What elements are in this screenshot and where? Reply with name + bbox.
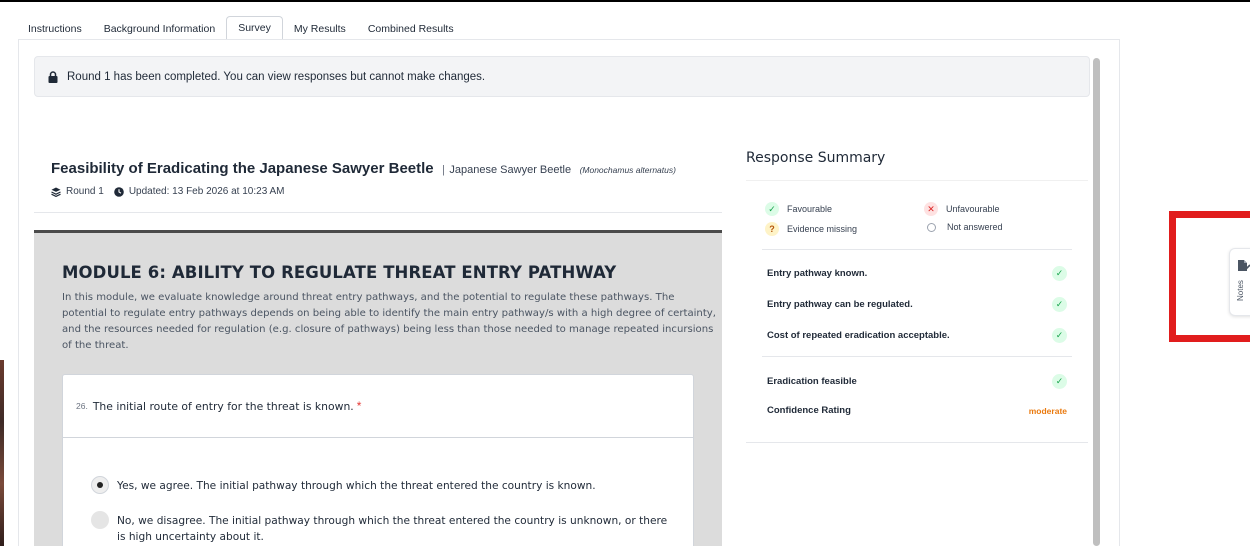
confidence-rating-row: Confidence Rating moderate [767, 405, 1067, 416]
summary-divider [762, 356, 1072, 357]
question-text: The initial route of entry for the threa… [92, 399, 354, 413]
round-label: Round 1 [66, 186, 104, 197]
summary-item: Entry pathway known. ✓ [767, 266, 1067, 281]
page-title: Feasibility of Eradicating the Japanese … [51, 160, 676, 178]
round-completed-banner: Round 1 has been completed. You can view… [34, 56, 1090, 97]
favourable-check-icon: ✓ [1052, 266, 1067, 281]
clock-icon [114, 186, 124, 197]
tab-survey[interactable]: Survey [226, 16, 283, 40]
updated-timestamp: Updated: 13 Feb 2026 at 10:23 AM [128, 186, 285, 197]
legend-favourable-label: Favourable [787, 204, 833, 214]
question-number: 26. [76, 401, 88, 411]
required-marker: * [356, 399, 362, 413]
summary-bottom-divider [746, 442, 1088, 443]
tab-instructions[interactable]: Instructions [18, 18, 93, 40]
lock-icon [48, 70, 58, 83]
legend-evidence-missing: ? Evidence missing [765, 222, 857, 236]
option-yes-label: Yes, we agree. The initial pathway throu… [117, 480, 596, 492]
legend-not-answered-label: Not answered [947, 222, 1003, 232]
confidence-rating-label: Confidence Rating [767, 405, 851, 416]
summary-item-label: Entry pathway can be regulated. [767, 299, 913, 310]
window-top-edge [0, 0, 1250, 2]
check-icon: ✓ [765, 202, 779, 216]
radio-yes[interactable] [91, 476, 109, 494]
legend-favourable: ✓ Favourable [765, 202, 832, 216]
title-separator: | [442, 164, 445, 176]
legend-evidence-missing-label: Evidence missing [787, 224, 858, 234]
summary-title-divider [746, 180, 1088, 181]
summary-item-label: Cost of repeated eradication acceptable. [767, 330, 950, 341]
notes-tab-label: Notes [1236, 280, 1245, 301]
scrollbar-thumb[interactable] [1093, 58, 1100, 546]
scientific-name: (Monochamus alternatus) [579, 165, 676, 175]
empty-circle-icon [927, 222, 936, 232]
favourable-check-icon: ✓ [1052, 297, 1067, 312]
tab-my-results[interactable]: My Results [283, 18, 357, 40]
favourable-check-icon: ✓ [1052, 328, 1067, 343]
question-header: 26. The initial route of entry for the t… [63, 375, 693, 438]
notes-tab[interactable]: Notes [1229, 248, 1250, 316]
option-yes[interactable]: Yes, we agree. The initial pathway throu… [91, 476, 677, 494]
legend-unfavourable-label: Unfavourable [946, 204, 1000, 214]
eradication-feasible-row: Eradication feasible ✓ [767, 374, 1067, 389]
note-edit-icon [1238, 260, 1250, 271]
header-divider [34, 212, 722, 213]
question-card: 26. The initial route of entry for the t… [62, 374, 694, 546]
legend-not-answered: Not answered [924, 222, 1003, 232]
confidence-rating-value: moderate [1028, 405, 1067, 416]
summary-item-label: Entry pathway known. [767, 268, 868, 279]
option-no-label: No, we disagree. The initial pathway thr… [117, 515, 668, 543]
background-image-edge [0, 360, 4, 546]
tab-combined-results[interactable]: Combined Results [357, 18, 465, 40]
legend-divider [762, 249, 1072, 250]
common-name: Japanese Sawyer Beetle [449, 164, 572, 176]
favourable-check-icon: ✓ [1052, 374, 1067, 389]
radio-no[interactable] [91, 511, 109, 529]
summary-item: Cost of repeated eradication acceptable.… [767, 328, 1067, 343]
response-summary-title: Response Summary [746, 150, 886, 166]
module-title: MODULE 6: ABILITY TO REGULATE THREAT ENT… [62, 263, 617, 282]
banner-text: Round 1 has been completed. You can view… [67, 70, 486, 83]
summary-item: Entry pathway can be regulated. ✓ [767, 297, 1067, 312]
assessment-meta: Round 1 Updated: 13 Feb 2026 at 10:23 AM [51, 186, 284, 197]
eradication-feasible-label: Eradication feasible [767, 376, 857, 387]
cross-icon: ✕ [924, 202, 938, 216]
option-no[interactable]: No, we disagree. The initial pathway thr… [91, 511, 677, 545]
tab-background-information[interactable]: Background Information [93, 18, 226, 40]
module-description: In this module, we evaluate knowledge ar… [62, 292, 716, 351]
legend-unfavourable: ✕ Unfavourable [924, 202, 1000, 216]
assessment-title: Feasibility of Eradicating the Japanese … [51, 160, 434, 177]
question-mark-icon: ? [765, 222, 779, 236]
tab-bar: Instructions Background Information Surv… [18, 16, 465, 40]
layers-icon [51, 187, 61, 197]
